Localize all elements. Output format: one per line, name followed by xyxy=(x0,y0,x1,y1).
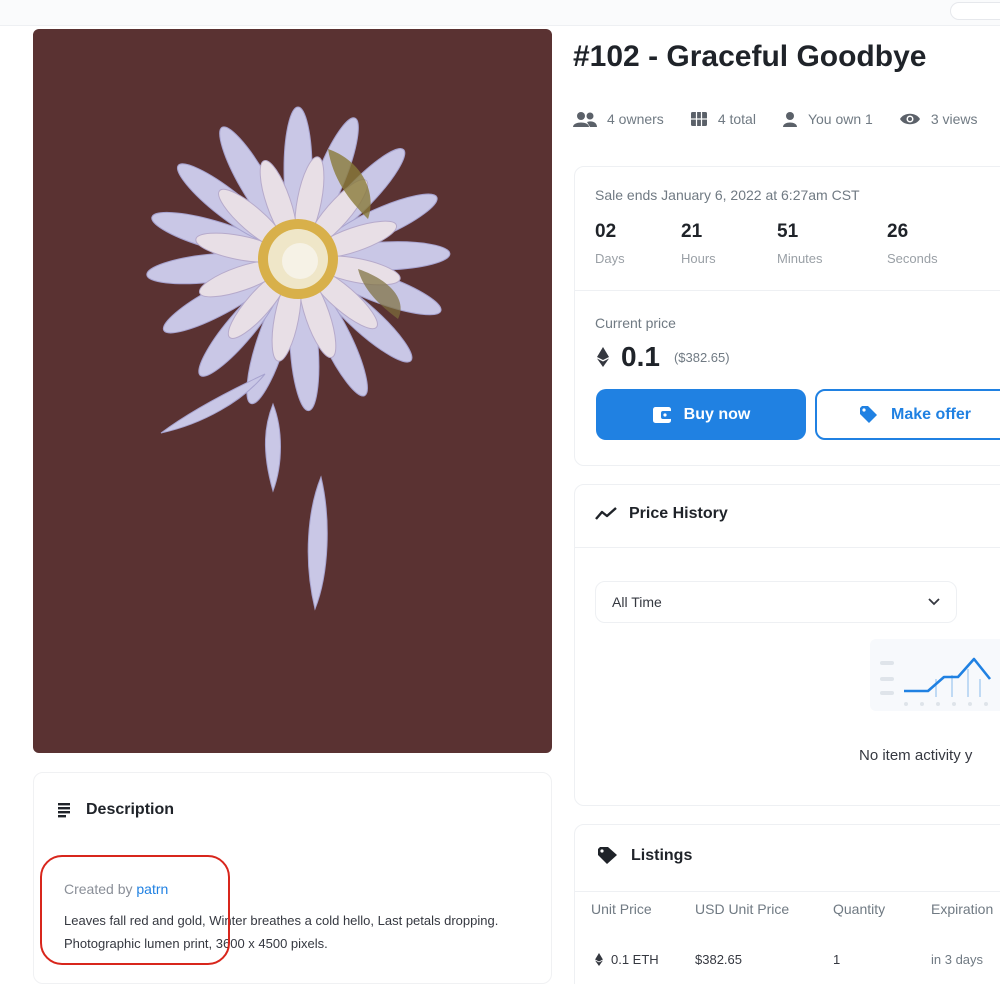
countdown-hours: 21 Hours xyxy=(681,221,777,266)
listings-title: Listings xyxy=(631,847,693,864)
countdown-value: 02 xyxy=(595,221,617,242)
countdown-days: 02 Days xyxy=(595,221,681,266)
time-range-select[interactable]: All Time xyxy=(595,581,957,623)
countdown-value: 21 xyxy=(681,221,703,242)
views-count: 3 views xyxy=(930,111,978,127)
chevron-down-icon xyxy=(928,598,940,606)
owners-stat[interactable]: 4 owners xyxy=(573,111,664,127)
listing-unit-price-value: 0.1 ETH xyxy=(611,952,659,967)
divider xyxy=(575,290,1000,291)
time-range-value: All Time xyxy=(612,594,662,610)
price-history-title: Price History xyxy=(629,505,728,522)
nft-title: #102 - Graceful Goodbye xyxy=(573,40,927,73)
buy-now-label: Buy now xyxy=(683,405,751,423)
buy-now-button[interactable]: Buy now xyxy=(596,389,806,440)
total-count: 4 total xyxy=(717,111,756,127)
empty-chart-illustration xyxy=(870,639,1000,711)
you-own-count: You own 1 xyxy=(807,111,873,127)
tag-icon xyxy=(859,405,877,423)
countdown-label: Seconds xyxy=(887,251,938,266)
listings-card: Listings Unit Price USD Unit Price Quant… xyxy=(574,824,1000,984)
listing-quantity: 1 xyxy=(833,952,841,967)
column-header-expiration: Expiration xyxy=(931,901,994,917)
make-offer-button[interactable]: Make offer xyxy=(815,389,1000,440)
divider xyxy=(575,891,1000,892)
countdown-seconds: 26 Seconds xyxy=(887,221,938,266)
countdown-timer: 02 Days 21 Hours 51 Minutes 26 Seconds xyxy=(595,221,938,266)
listing-usd-price: $382.65 xyxy=(695,952,742,967)
description-header[interactable]: Description xyxy=(56,801,174,819)
views-stat: 3 views xyxy=(899,111,978,127)
countdown-value: 51 xyxy=(777,221,799,242)
ethereum-icon xyxy=(597,347,609,367)
countdown-label: Days xyxy=(595,251,625,266)
listings-header[interactable]: Listings xyxy=(597,847,692,865)
countdown-label: Hours xyxy=(681,251,716,266)
person-icon xyxy=(782,112,797,127)
owners-count: 4 owners xyxy=(607,111,664,127)
divider xyxy=(575,547,1000,548)
people-icon xyxy=(573,112,597,127)
current-price-value: 0.1 xyxy=(621,341,660,372)
price-history-header[interactable]: Price History xyxy=(595,505,728,523)
make-offer-label: Make offer xyxy=(890,405,972,423)
flower-illustration xyxy=(146,106,451,611)
description-card: Description Created by patrn Leaves fall… xyxy=(33,772,552,984)
countdown-minutes: 51 Minutes xyxy=(777,221,887,266)
countdown-label: Minutes xyxy=(777,251,823,266)
nft-artwork-image[interactable] xyxy=(33,29,552,753)
price-row: 0.1 ($382.65) xyxy=(597,341,730,373)
ethereum-icon xyxy=(595,953,603,966)
countdown-value: 26 xyxy=(887,221,909,242)
listing-unit-price: 0.1 ETH xyxy=(595,952,659,967)
listing-expiration: in 3 days xyxy=(931,952,984,967)
you-own-stat[interactable]: You own 1 xyxy=(782,111,873,127)
column-header-quantity: Quantity xyxy=(833,901,886,917)
grid-icon xyxy=(690,112,707,126)
description-title: Description xyxy=(86,801,175,818)
description-icon xyxy=(58,803,70,818)
sale-ends-text: Sale ends January 6, 2022 at 6:27am CST xyxy=(595,187,860,203)
column-header-usd-unit-price: USD Unit Price xyxy=(695,901,790,917)
eye-icon xyxy=(899,113,920,125)
tag-icon xyxy=(598,847,617,864)
column-header-unit-price: Unit Price xyxy=(591,901,652,917)
current-price-label: Current price xyxy=(595,315,676,331)
nav-pill[interactable] xyxy=(950,2,1000,20)
sale-card: Sale ends January 6, 2022 at 6:27am CST … xyxy=(574,166,1000,466)
wallet-icon xyxy=(652,406,672,423)
price-history-card: Price History All Time No item activity … xyxy=(574,484,1000,806)
top-nav-bar xyxy=(0,0,1000,26)
trend-line-icon xyxy=(595,507,617,520)
red-annotation-circle xyxy=(40,855,230,965)
current-price-usd: ($382.65) xyxy=(673,349,730,365)
no-activity-text: No item activity y xyxy=(859,747,973,764)
total-stat: 4 total xyxy=(690,111,756,127)
item-stats-row: 4 owners 4 total You own 1 3 views xyxy=(573,111,1000,127)
